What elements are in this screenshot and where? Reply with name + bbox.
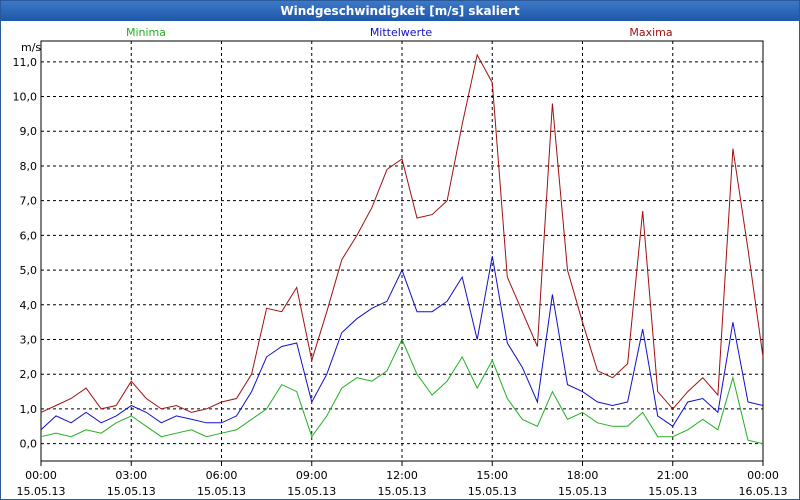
x-tick-date: 16.05.13 xyxy=(739,485,788,498)
x-tick-time: 00:00 xyxy=(25,469,57,482)
x-tick-date: 15.05.13 xyxy=(468,485,517,498)
x-tick-date: 15.05.13 xyxy=(648,485,697,498)
x-tick-time: 12:00 xyxy=(386,469,418,482)
y-tick-label: 7,0 xyxy=(20,195,38,208)
y-tick-label: 3,0 xyxy=(20,334,38,347)
x-tick-time: 09:00 xyxy=(296,469,328,482)
x-tick-date: 15.05.13 xyxy=(378,485,427,498)
y-tick-label: 2,0 xyxy=(20,368,38,381)
x-tick-time: 00:00 xyxy=(747,469,779,482)
y-tick-label: 11,0 xyxy=(13,56,38,69)
x-tick-time: 21:00 xyxy=(657,469,689,482)
y-tick-label: 6,0 xyxy=(20,229,38,242)
y-tick-label: 10,0 xyxy=(13,91,38,104)
y-tick-label: 5,0 xyxy=(20,264,38,277)
y-tick-label: 9,0 xyxy=(20,125,38,138)
x-tick-date: 15.05.13 xyxy=(17,485,66,498)
legend-maxima: Maxima xyxy=(629,26,672,39)
legend-minima: Minima xyxy=(126,26,166,39)
x-tick-time: 06:00 xyxy=(206,469,238,482)
x-tick-time: 18:00 xyxy=(567,469,599,482)
chart-window: Windgeschwindigkeit [m/s] skaliert m/s 0… xyxy=(0,0,800,500)
window-title: Windgeschwindigkeit [m/s] skaliert xyxy=(1,1,799,21)
wind-speed-chart: m/s 0,0 1,0 2,0 3,0 4,0 5,0 6,0 7,0 8,0 9,0 10,0 11… xyxy=(13,26,788,498)
x-tick-time: 03:00 xyxy=(115,469,147,482)
y-tick-label: 1,0 xyxy=(20,403,38,416)
x-tick-time: 15:00 xyxy=(476,469,508,482)
x-tick-date: 15.05.13 xyxy=(558,485,607,498)
legend: Minima Mittelwerte Maxima xyxy=(126,26,673,39)
x-tick-date: 15.05.13 xyxy=(287,485,336,498)
legend-mittelwerte: Mittelwerte xyxy=(370,26,433,39)
x-tick-date: 15.05.13 xyxy=(197,485,246,498)
x-tick-date: 15.05.13 xyxy=(107,485,156,498)
y-tick-label: 8,0 xyxy=(20,160,38,173)
y-tick-label: 0,0 xyxy=(20,438,38,451)
y-tick-label: 4,0 xyxy=(20,299,38,312)
y-axis-label: m/s xyxy=(21,41,41,54)
